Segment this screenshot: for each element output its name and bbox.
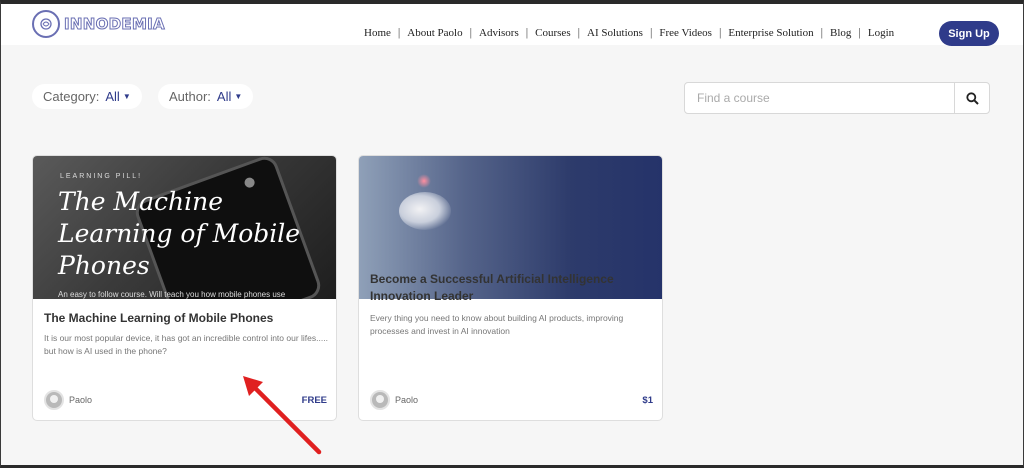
nav-login[interactable]: Login bbox=[861, 27, 901, 39]
author-name: Paolo bbox=[69, 395, 93, 405]
nav-free-videos[interactable]: Free Videos bbox=[652, 27, 719, 39]
avatar bbox=[44, 390, 64, 410]
nav-about-paolo[interactable]: About Paolo bbox=[400, 27, 469, 39]
author-filter[interactable]: Author: All ▼ bbox=[158, 84, 254, 109]
brain-icon bbox=[32, 10, 60, 38]
course-thumbnail[interactable]: LEARNING PILL! The Machine Learning of M… bbox=[33, 156, 336, 299]
search-input[interactable] bbox=[685, 83, 954, 113]
light-glow bbox=[417, 174, 431, 188]
chevron-down-icon: ▼ bbox=[234, 92, 243, 101]
course-price: $1 bbox=[642, 394, 653, 406]
author-filter-value: All bbox=[216, 89, 232, 104]
thumbnail-title: The Machine Learning of Mobile Phones bbox=[58, 187, 301, 280]
category-filter-value: All bbox=[105, 89, 120, 104]
chevron-down-icon: ▼ bbox=[122, 92, 131, 101]
course-description: Every thing you need to know about build… bbox=[370, 313, 624, 336]
author-name: Paolo bbox=[395, 395, 419, 405]
course-title[interactable]: The Machine Learning of Mobile Phones bbox=[44, 310, 324, 327]
author-filter-label: Author: bbox=[169, 89, 211, 104]
nav-ai-solutions[interactable]: AI Solutions bbox=[580, 27, 650, 39]
brand-logo[interactable]: INNODEMIA bbox=[32, 8, 165, 40]
category-filter[interactable]: Category: All ▼ bbox=[32, 84, 142, 109]
brand-name: INNODEMIA bbox=[64, 15, 166, 34]
course-title[interactable]: Become a Successful Artificial Intellige… bbox=[370, 271, 650, 305]
course-card[interactable]: Become a Successful Artificial Intellige… bbox=[358, 155, 663, 421]
robot-image bbox=[399, 192, 451, 230]
avatar bbox=[370, 390, 390, 410]
nav-enterprise-solution[interactable]: Enterprise Solution bbox=[721, 27, 820, 39]
thumbnail-subtitle: An easy to follow course. Will teach you… bbox=[58, 290, 286, 299]
nav-advisors[interactable]: Advisors bbox=[472, 27, 526, 39]
sign-up-button[interactable]: Sign Up bbox=[939, 21, 999, 46]
course-footer: Paolo $1 bbox=[370, 389, 653, 411]
nav-blog[interactable]: Blog bbox=[823, 27, 858, 39]
top-header: INNODEMIA Home | About Paolo | Advisors … bbox=[1, 4, 1023, 46]
course-description: It is our most popular device, it has go… bbox=[44, 333, 328, 356]
annotation-arrow-icon bbox=[243, 376, 322, 455]
search-icon bbox=[965, 91, 979, 105]
category-filter-label: Category: bbox=[43, 89, 100, 104]
main-nav: Home | About Paolo | Advisors | Courses … bbox=[364, 25, 901, 40]
nav-home[interactable]: Home bbox=[364, 27, 398, 39]
course-search bbox=[684, 82, 990, 114]
search-button[interactable] bbox=[954, 83, 989, 113]
thumbnail-eyebrow: LEARNING PILL! bbox=[60, 173, 143, 180]
nav-courses[interactable]: Courses bbox=[528, 27, 577, 39]
